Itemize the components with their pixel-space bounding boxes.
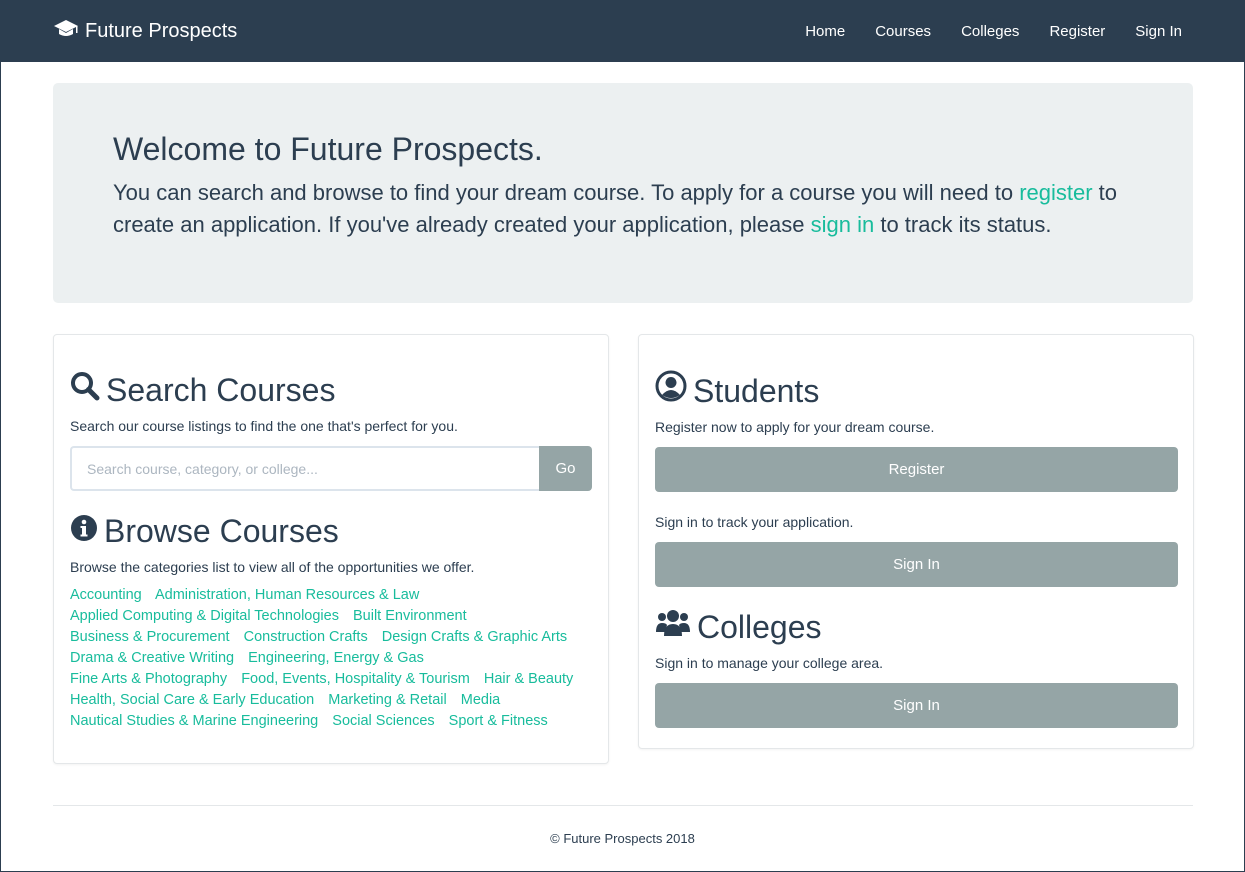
college-sign-in-button[interactable]: Sign In xyxy=(655,683,1178,728)
student-sign-in-button[interactable]: Sign In xyxy=(655,542,1178,587)
browse-description: Browse the categories list to view all o… xyxy=(70,559,475,575)
category-link[interactable]: Design Crafts & Graphic Arts xyxy=(382,629,567,645)
accounts-card: Students Register now to apply for your … xyxy=(638,334,1194,749)
students-sign-in-text: Sign in to track your application. xyxy=(655,514,854,530)
category-link[interactable]: Media xyxy=(461,692,501,708)
nav-colleges[interactable]: Colleges xyxy=(961,23,1019,40)
welcome-title: Welcome to Future Prospects. xyxy=(113,131,543,167)
browse-courses-title: Browse Courses xyxy=(104,513,339,549)
category-list: Accounting Administration, Human Resourc… xyxy=(70,585,590,732)
category-link[interactable]: Administration, Human Resources & Law xyxy=(155,587,419,603)
category-link[interactable]: Health, Social Care & Early Education xyxy=(70,692,314,708)
category-link[interactable]: Built Environment xyxy=(353,608,467,624)
category-link[interactable]: Drama & Creative Writing xyxy=(70,650,234,666)
colleges-title: Colleges xyxy=(697,609,822,645)
search-input[interactable] xyxy=(70,446,539,491)
welcome-text: You can search and browse to find your d… xyxy=(113,177,1133,241)
category-link[interactable]: Sport & Fitness xyxy=(449,713,548,729)
welcome-banner: Welcome to Future Prospects. You can sea… xyxy=(53,83,1193,303)
welcome-text-part-3: to track its status. xyxy=(874,212,1052,237)
browse-courses-heading: Browse Courses xyxy=(70,511,592,551)
navbar: Future Prospects Home Courses Colleges R… xyxy=(1,1,1244,62)
sign-in-link[interactable]: sign in xyxy=(811,212,875,237)
search-description: Search our course listings to find the o… xyxy=(70,418,458,434)
category-link[interactable]: Social Sciences xyxy=(332,713,434,729)
brand-link[interactable]: Future Prospects xyxy=(53,19,237,45)
users-icon xyxy=(655,607,697,647)
info-icon xyxy=(70,511,104,551)
category-link[interactable]: Nautical Studies & Marine Engineering xyxy=(70,713,318,729)
category-link[interactable]: Applied Computing & Digital Technologies xyxy=(70,608,339,624)
search-icon xyxy=(70,370,106,410)
colleges-text: Sign in to manage your college area. xyxy=(655,655,884,671)
footer-divider xyxy=(53,805,1193,806)
search-form: Go xyxy=(70,446,592,491)
nav-sign-in[interactable]: Sign In xyxy=(1135,23,1182,40)
students-title: Students xyxy=(693,372,820,409)
courses-card: Search Courses Search our course listing… xyxy=(53,334,609,764)
nav-links: Home Courses Colleges Register Sign In xyxy=(775,23,1182,40)
category-link[interactable]: Construction Crafts xyxy=(244,629,368,645)
welcome-text-part-1: You can search and browse to find your d… xyxy=(113,180,1020,205)
nav-courses[interactable]: Courses xyxy=(875,23,931,40)
go-button[interactable]: Go xyxy=(539,446,592,491)
category-link[interactable]: Fine Arts & Photography xyxy=(70,671,227,687)
students-heading: Students xyxy=(655,370,1177,411)
nav-home[interactable]: Home xyxy=(805,23,845,40)
students-register-text: Register now to apply for your dream cou… xyxy=(655,419,935,435)
register-button[interactable]: Register xyxy=(655,447,1178,492)
search-courses-heading: Search Courses xyxy=(70,370,592,410)
brand-name: Future Prospects xyxy=(85,20,238,42)
copyright-text: © Future Prospects 2018 xyxy=(550,831,695,846)
register-link[interactable]: register xyxy=(1019,180,1092,205)
category-link[interactable]: Accounting xyxy=(70,587,142,603)
user-circle-icon xyxy=(655,370,693,411)
category-link[interactable]: Food, Events, Hospitality & Tourism xyxy=(241,671,470,687)
category-link[interactable]: Engineering, Energy & Gas xyxy=(248,650,424,666)
graduation-cap-icon xyxy=(53,19,85,45)
colleges-heading: Colleges xyxy=(655,607,1177,647)
category-link[interactable]: Marketing & Retail xyxy=(328,692,446,708)
nav-register[interactable]: Register xyxy=(1049,23,1105,40)
category-link[interactable]: Hair & Beauty xyxy=(484,671,573,687)
category-link[interactable]: Business & Procurement xyxy=(70,629,230,645)
footer: © Future Prospects 2018 xyxy=(1,831,1244,846)
search-courses-title: Search Courses xyxy=(106,372,336,408)
